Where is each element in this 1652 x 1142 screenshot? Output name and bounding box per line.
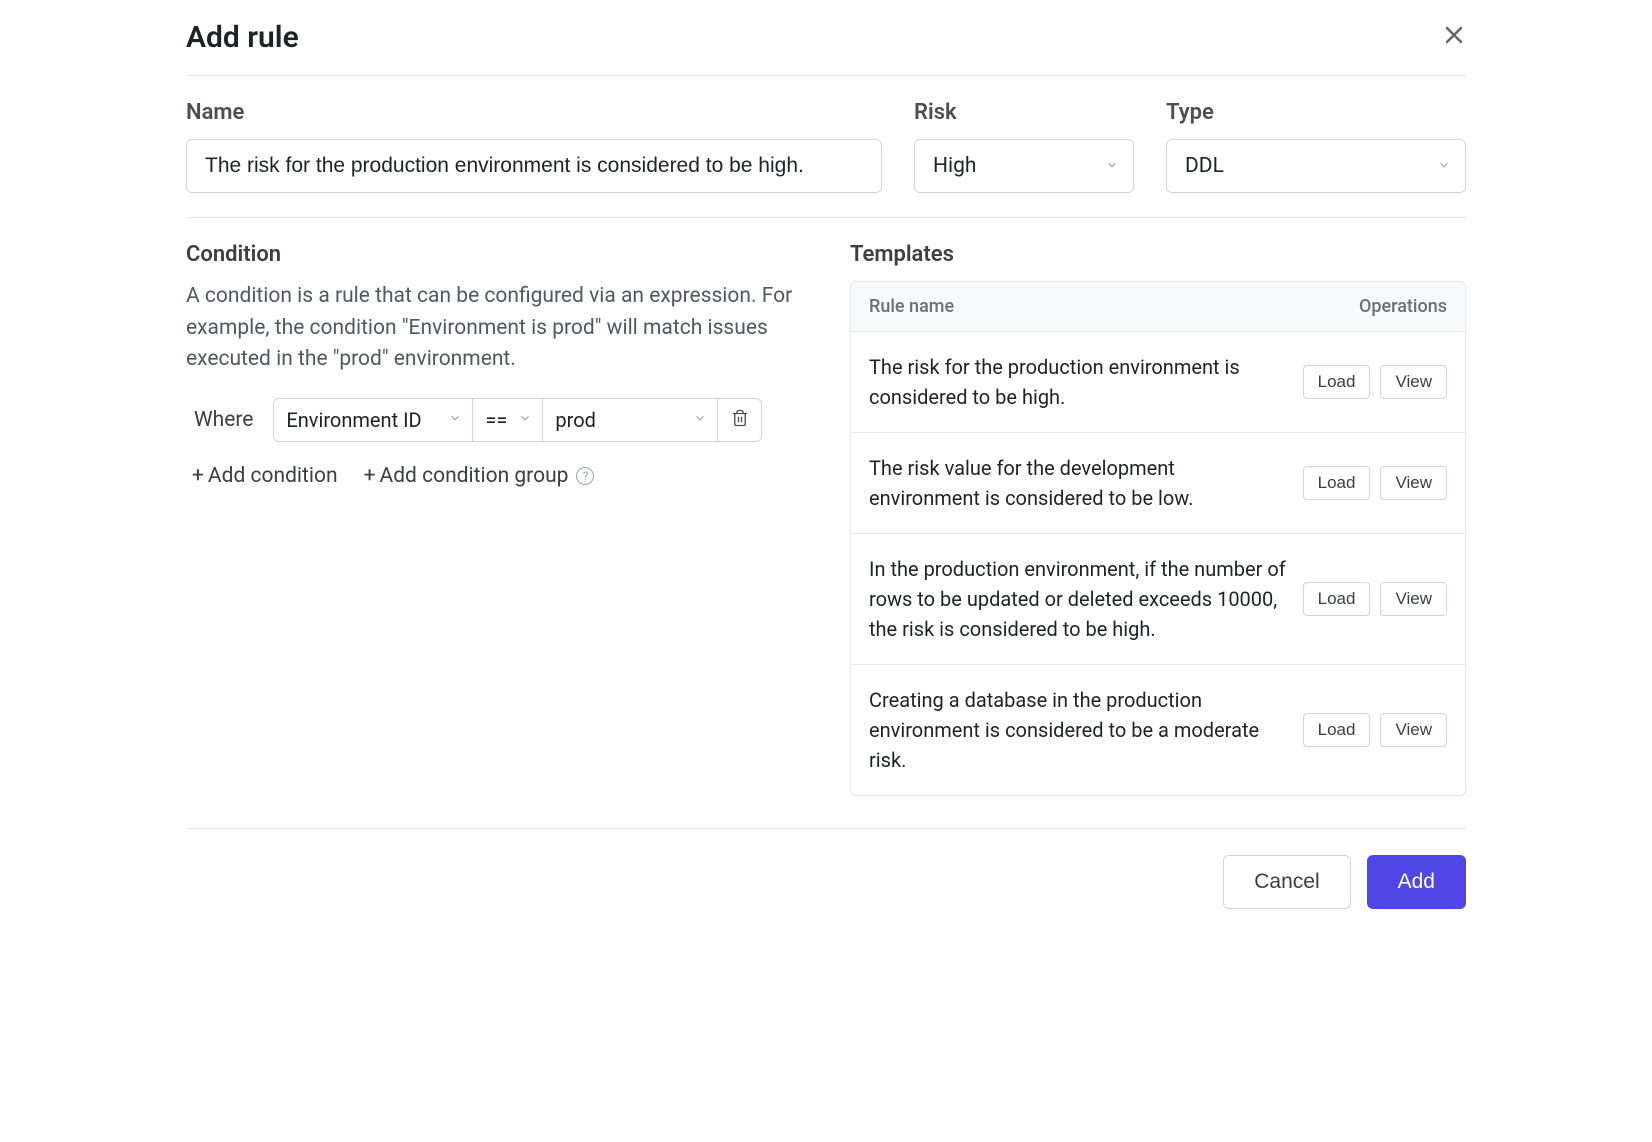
view-button[interactable]: View <box>1380 466 1447 500</box>
risk-label: Risk <box>914 100 1134 125</box>
help-icon[interactable]: ? <box>576 467 594 485</box>
add-condition-label: Add condition <box>208 464 338 488</box>
dialog-header: Add rule <box>186 20 1466 75</box>
template-operations: Load View <box>1303 466 1447 500</box>
risk-select-value: High <box>933 154 976 178</box>
condition-title: Condition <box>186 242 802 267</box>
view-button[interactable]: View <box>1380 582 1447 616</box>
delete-condition-button[interactable] <box>718 398 762 442</box>
condition-builder: Where Environment ID == prod <box>186 398 802 442</box>
load-button[interactable]: Load <box>1303 365 1371 399</box>
trash-icon <box>731 409 749 431</box>
condition-value-select[interactable]: prod <box>543 398 718 442</box>
table-row: The risk value for the development envir… <box>851 433 1465 534</box>
column-operations: Operations <box>1307 296 1447 317</box>
load-button[interactable]: Load <box>1303 582 1371 616</box>
chevron-down-icon <box>1437 154 1451 178</box>
where-label: Where <box>186 408 273 432</box>
chevron-down-icon <box>518 411 532 429</box>
chevron-down-icon <box>1105 154 1119 178</box>
condition-add-actions: + Add condition + Add condition group ? <box>186 464 802 488</box>
view-button[interactable]: View <box>1380 365 1447 399</box>
templates-section: Templates Rule name Operations The risk … <box>850 242 1466 796</box>
template-rule-name: In the production environment, if the nu… <box>869 554 1291 644</box>
add-condition-group-label: Add condition group <box>380 464 569 488</box>
condition-operator-select[interactable]: == <box>473 398 543 442</box>
condition-description: A condition is a rule that can be config… <box>186 281 802 376</box>
plus-icon: + <box>192 464 204 488</box>
chevron-down-icon <box>693 411 707 429</box>
condition-field-select[interactable]: Environment ID <box>273 398 473 442</box>
type-label: Type <box>1166 100 1466 125</box>
table-row: The risk for the production environment … <box>851 332 1465 433</box>
add-condition-button[interactable]: + Add condition <box>192 464 338 488</box>
dialog-footer: Cancel Add <box>186 829 1466 909</box>
template-operations: Load View <box>1303 713 1447 747</box>
type-select-value: DDL <box>1185 154 1224 178</box>
close-icon[interactable] <box>1442 23 1466 52</box>
chevron-down-icon <box>448 411 462 429</box>
content-row: Condition A condition is a rule that can… <box>186 218 1466 828</box>
templates-table-header: Rule name Operations <box>851 282 1465 332</box>
template-rule-name: The risk value for the development envir… <box>869 453 1291 513</box>
load-button[interactable]: Load <box>1303 466 1371 500</box>
add-button[interactable]: Add <box>1367 855 1466 909</box>
template-rule-name: The risk for the production environment … <box>869 352 1291 412</box>
condition-section: Condition A condition is a rule that can… <box>186 242 802 488</box>
field-type: Type DDL <box>1166 100 1466 193</box>
add-rule-dialog: Add rule Name Risk High Type DDL <box>186 20 1466 909</box>
template-rule-name: Creating a database in the production en… <box>869 685 1291 775</box>
condition-value-value: prod <box>555 408 596 432</box>
risk-select[interactable]: High <box>914 139 1134 193</box>
condition-operator-value: == <box>485 408 507 432</box>
form-row-top: Name Risk High Type DDL <box>186 76 1466 217</box>
column-rule-name: Rule name <box>869 296 1307 317</box>
name-input[interactable] <box>186 139 882 193</box>
load-button[interactable]: Load <box>1303 713 1371 747</box>
add-condition-group-button[interactable]: + Add condition group ? <box>364 464 595 488</box>
cancel-button[interactable]: Cancel <box>1223 855 1350 909</box>
table-row: Creating a database in the production en… <box>851 665 1465 795</box>
field-name: Name <box>186 100 882 193</box>
templates-title: Templates <box>850 242 1466 267</box>
condition-field-value: Environment ID <box>286 408 421 432</box>
field-risk: Risk High <box>914 100 1134 193</box>
table-row: In the production environment, if the nu… <box>851 534 1465 665</box>
template-operations: Load View <box>1303 582 1447 616</box>
type-select[interactable]: DDL <box>1166 139 1466 193</box>
view-button[interactable]: View <box>1380 713 1447 747</box>
template-operations: Load View <box>1303 365 1447 399</box>
dialog-title: Add rule <box>186 20 299 55</box>
templates-table: Rule name Operations The risk for the pr… <box>850 281 1466 796</box>
plus-icon: + <box>364 464 376 488</box>
name-label: Name <box>186 100 882 125</box>
